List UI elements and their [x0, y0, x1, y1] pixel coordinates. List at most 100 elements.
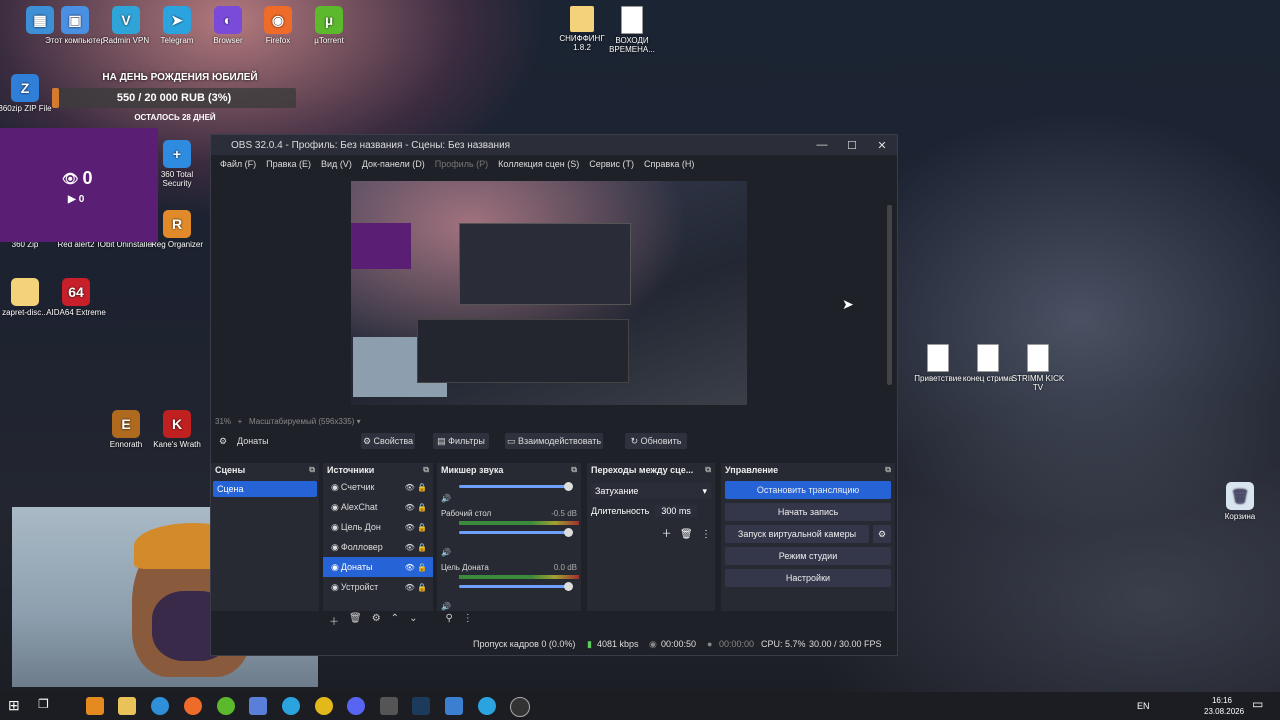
- menu-item[interactable]: Правка (E): [266, 159, 311, 169]
- visibility-lock-icons[interactable]: 👁 🔒: [405, 563, 427, 572]
- dock-undock-icon[interactable]: ⧉: [309, 465, 315, 475]
- steam-icon[interactable]: [412, 697, 430, 715]
- start-button-icon[interactable]: ⊞: [8, 697, 26, 715]
- menu-item[interactable]: Профиль (P): [435, 159, 488, 169]
- desktop-icon[interactable]: K Kane's Wrath: [147, 410, 207, 449]
- speaker-icon[interactable]: 🔊: [441, 602, 451, 611]
- maximize-icon[interactable]: ☐: [837, 135, 867, 155]
- source-item[interactable]: ◉ Фолловер 👁 🔒: [323, 537, 433, 557]
- properties-button[interactable]: ⚙ Свойства: [361, 433, 415, 449]
- dock-undock-icon[interactable]: ⧉: [571, 465, 577, 475]
- record-time: 00:00:00: [719, 639, 755, 649]
- menu-item[interactable]: Вид (V): [321, 159, 352, 169]
- visibility-lock-icons[interactable]: 👁 🔒: [405, 583, 427, 592]
- explorer-icon[interactable]: [118, 697, 136, 715]
- volume-slider[interactable]: [459, 582, 573, 591]
- notifications-icon[interactable]: ▭: [1252, 697, 1270, 715]
- clock[interactable]: 16:16 23.08.2026: [1204, 695, 1244, 717]
- transition-select[interactable]: Затухание ▾: [591, 483, 711, 499]
- telegram-icon[interactable]: [282, 697, 300, 715]
- stream-time: 00:00:50: [661, 639, 697, 649]
- virtual-camera-button[interactable]: Запуск виртуальной камеры: [725, 525, 869, 543]
- minimize-icon[interactable]: —: [807, 135, 837, 155]
- dock-undock-icon[interactable]: ⧉: [705, 465, 711, 475]
- remove-source-icon[interactable]: 🗑: [349, 613, 362, 629]
- speaker-icon[interactable]: 🔊: [441, 494, 451, 503]
- menu-item[interactable]: Справка (H): [644, 159, 694, 169]
- settings-button[interactable]: Настройки: [725, 569, 891, 587]
- filters-button[interactable]: ▤ Фильтры: [433, 433, 489, 449]
- source-item[interactable]: ◉ AlexChat 👁 🔒: [323, 497, 433, 517]
- add-source-icon[interactable]: ＋: [329, 613, 339, 629]
- close-icon[interactable]: ✕: [867, 135, 897, 155]
- recycle-bin-icon[interactable]: 🗑 Корзина: [1210, 482, 1270, 521]
- visibility-lock-icons[interactable]: 👁 🔒: [405, 543, 427, 552]
- scene-item[interactable]: Сцена: [213, 481, 317, 497]
- menu-item[interactable]: Файл (F): [220, 159, 256, 169]
- duration-input[interactable]: 300 ms: [655, 505, 697, 517]
- epic-icon[interactable]: [380, 697, 398, 715]
- app-icon[interactable]: [445, 697, 463, 715]
- source-type-icon: ◉: [331, 581, 339, 592]
- desktop-icon-label: ВОХОДИ ВРЕМЕНА...: [609, 36, 655, 54]
- telegram-icon[interactable]: [478, 697, 496, 715]
- source-item[interactable]: ◉ Донаты 👁 🔒: [323, 557, 433, 577]
- dock-undock-icon[interactable]: ⧉: [885, 465, 891, 475]
- visibility-lock-icons[interactable]: 👁 🔒: [405, 523, 427, 532]
- move-up-icon[interactable]: ⌃: [391, 613, 399, 629]
- transition-type: Затухание: [595, 486, 639, 496]
- stop-stream-button[interactable]: Остановить трансляцию: [725, 481, 891, 499]
- sources-dock: Источники ⧉ ◉ Счетчик 👁 🔒 ◉ AlexChat 👁 🔒 ◉ Це…: [323, 463, 433, 611]
- mixer-menu-icon[interactable]: ⋮: [463, 613, 473, 629]
- studio-mode-button[interactable]: Режим студии: [725, 547, 891, 565]
- obs-menubar: Файл (F) Правка (E) Вид (V) Док-панели (D) П…: [211, 155, 897, 173]
- desktop-icon-label: zapret-disc...: [2, 308, 48, 317]
- edge-icon[interactable]: [151, 697, 169, 715]
- obs-taskbar-icon[interactable]: [510, 697, 530, 717]
- desktop-icon-label: 360 Total Security: [160, 170, 194, 188]
- task-view-icon[interactable]: ❐: [38, 697, 56, 715]
- menu-item[interactable]: Коллекция сцен (S): [498, 159, 579, 169]
- desktop-icon[interactable]: µ µTorrent: [299, 6, 359, 45]
- interact-button[interactable]: ▭ Взаимодействовать: [505, 433, 603, 449]
- desktop-file-icon[interactable]: ВОХОДИ ВРЕМЕНА...: [602, 6, 662, 54]
- start-record-button[interactable]: Начать запись: [725, 503, 891, 521]
- vlc-icon[interactable]: [86, 697, 104, 715]
- bitrate-icon: ▮: [587, 639, 592, 649]
- language-indicator[interactable]: EN: [1137, 701, 1150, 711]
- scenes-dock: Сцены ⧉ Сцена: [211, 463, 319, 611]
- preview-canvas[interactable]: [351, 181, 747, 405]
- desktop-icon[interactable]: Z 360zip ZIP File: [0, 74, 55, 113]
- volume-slider[interactable]: [459, 528, 573, 537]
- volume-slider[interactable]: [459, 482, 573, 491]
- source-item[interactable]: ◉ Счетчик 👁 🔒: [323, 477, 433, 497]
- preview-scrollbar[interactable]: [887, 205, 892, 385]
- desktop-file-icon[interactable]: STRIMM KICK TV: [1008, 344, 1068, 392]
- add-icon[interactable]: ＋: [662, 529, 672, 540]
- menu-item[interactable]: Док-панели (D): [362, 159, 425, 169]
- trash-icon[interactable]: 🗑: [680, 529, 693, 540]
- firefox-icon[interactable]: [184, 697, 202, 715]
- desktop-icon[interactable]: 64 AIDA64 Extreme: [46, 278, 106, 317]
- source-settings-icon[interactable]: ⚙: [372, 613, 381, 629]
- obs-window[interactable]: OBS 32.0.4 - Профиль: Без названия - Сце…: [210, 134, 898, 656]
- desktop-app-icon: 64: [62, 278, 90, 306]
- utorrent-icon[interactable]: [217, 697, 235, 715]
- discord-icon[interactable]: [347, 697, 365, 715]
- source-item[interactable]: ◉ Устройст 👁 🔒: [323, 577, 433, 597]
- app-icon[interactable]: [249, 697, 267, 715]
- yandex-icon[interactable]: [315, 697, 333, 715]
- visibility-lock-icons[interactable]: 👁 🔒: [405, 483, 427, 492]
- mixer-link-icon[interactable]: ⚲: [445, 613, 452, 629]
- visibility-lock-icons[interactable]: 👁 🔒: [405, 503, 427, 512]
- obs-titlebar[interactable]: OBS 32.0.4 - Профиль: Без названия - Сце…: [211, 135, 897, 155]
- dock-undock-icon[interactable]: ⧉: [423, 465, 429, 475]
- refresh-button[interactable]: ↻ Обновить: [625, 433, 687, 449]
- move-down-icon[interactable]: ⌄: [409, 613, 417, 629]
- menu-dots-icon[interactable]: ⋮: [701, 529, 711, 540]
- speaker-icon[interactable]: 🔊: [441, 548, 451, 557]
- virtual-camera-gear-icon[interactable]: ⚙: [873, 525, 891, 543]
- source-item[interactable]: ◉ Цель Дон 👁 🔒: [323, 517, 433, 537]
- mixer-channel-db: -0.5 dB: [551, 509, 577, 518]
- menu-item[interactable]: Сервис (T): [589, 159, 634, 169]
